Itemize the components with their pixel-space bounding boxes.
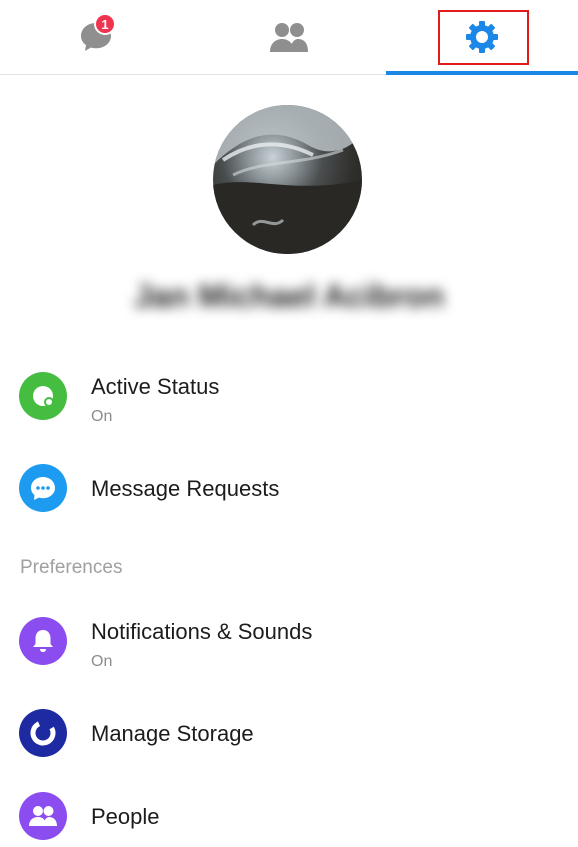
unread-badge: 1 xyxy=(94,13,116,35)
menu-label: Active Status xyxy=(91,374,220,399)
profile-name: Jan Michael Acibron xyxy=(134,278,444,314)
storage-icon xyxy=(19,709,67,757)
menu-label: Message Requests xyxy=(91,476,280,501)
section-header-preferences: Preferences xyxy=(20,557,123,578)
menu-label: People xyxy=(91,804,160,829)
tab-bar: 1 xyxy=(0,0,578,75)
tab-chats[interactable] xyxy=(0,0,192,74)
menu-item-notifications[interactable]: Notifications & Sounds On xyxy=(0,617,578,681)
highlight-box xyxy=(438,10,529,65)
menu-sub: On xyxy=(91,408,113,425)
menu-label: Notifications & Sounds xyxy=(91,619,313,644)
active-tab-indicator xyxy=(386,71,578,75)
menu-sub: On xyxy=(91,653,113,670)
menu-item-manage-storage[interactable]: Manage Storage xyxy=(0,709,578,761)
active-status-icon xyxy=(19,372,67,420)
avatar-photo xyxy=(213,105,362,254)
menu-item-active-status[interactable]: Active Status On xyxy=(0,372,578,436)
menu-item-message-requests[interactable]: Message Requests xyxy=(0,464,578,516)
menu-label: Manage Storage xyxy=(91,721,254,746)
bell-icon xyxy=(19,617,67,665)
people-icon xyxy=(270,23,308,52)
people-icon xyxy=(19,792,67,840)
tab-people[interactable] xyxy=(193,0,385,74)
avatar[interactable] xyxy=(213,105,362,254)
message-requests-icon xyxy=(19,464,67,512)
menu-item-people[interactable]: People xyxy=(0,792,578,844)
